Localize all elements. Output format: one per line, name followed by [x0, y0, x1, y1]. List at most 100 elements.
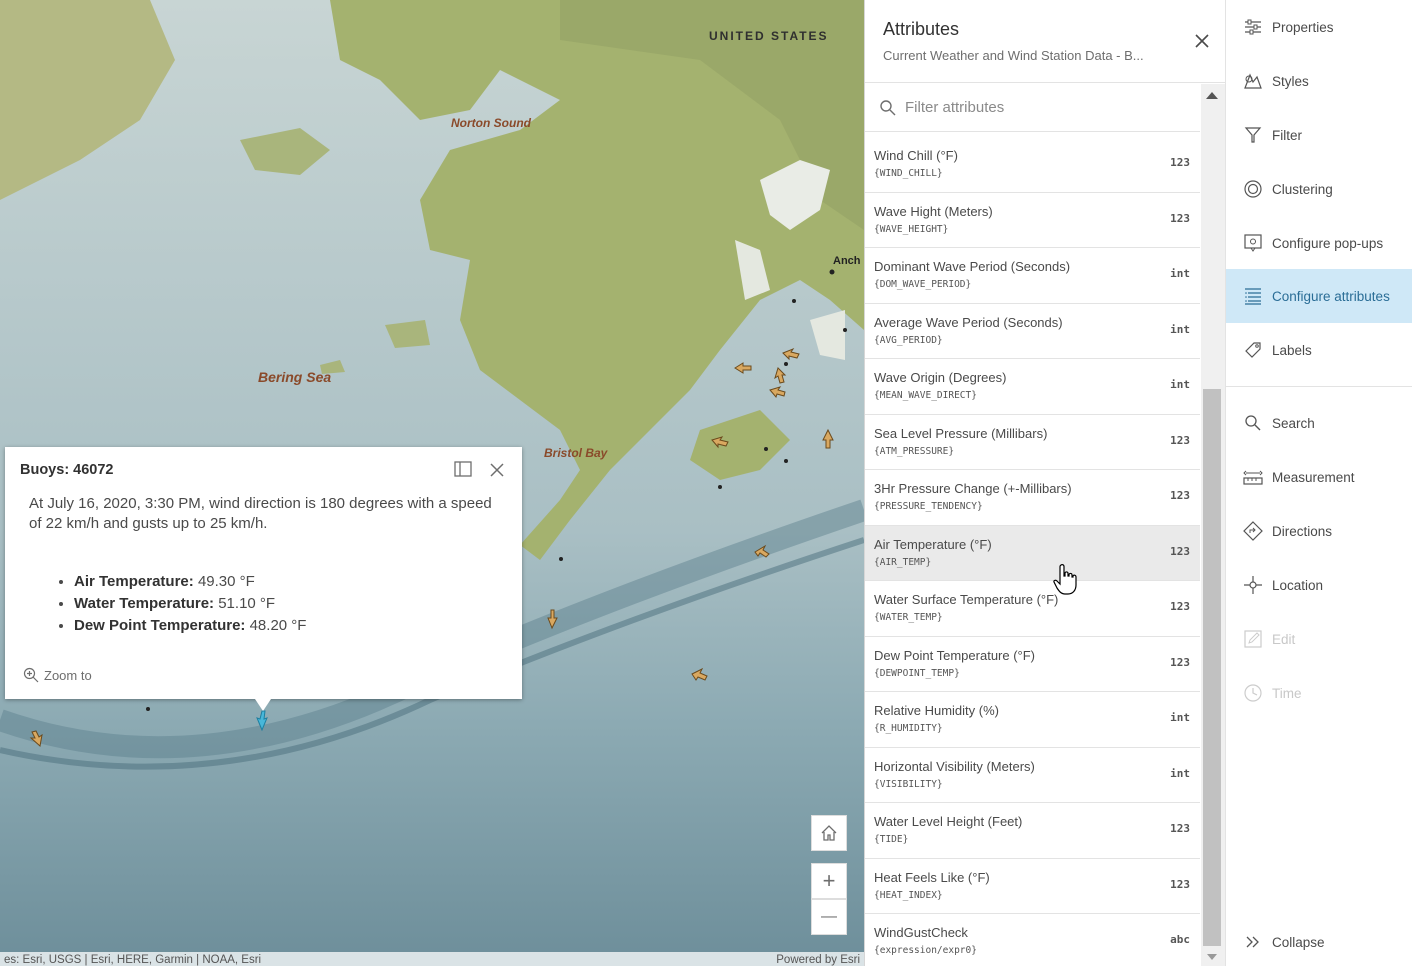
attribute-row[interactable]: Dominant Wave Period (Seconds) {DOM_WAVE_… [865, 248, 1200, 304]
attribute-row[interactable]: WindGustCheck {expression/expr0} abc [865, 914, 1200, 966]
panel-close-icon[interactable] [1192, 31, 1212, 51]
zoom-to-button[interactable]: Zoom to [23, 667, 92, 683]
attribute-row[interactable]: Wave Hight (Meters) {WAVE_HEIGHT} 123 [865, 193, 1200, 248]
search-icon [880, 99, 896, 115]
map-attribution: es: Esri, USGS | Esri, HERE, Garmin | NO… [0, 952, 864, 966]
attribute-label: Dominant Wave Period (Seconds) [874, 259, 1071, 274]
attribute-label: Wind Chill (°F) [874, 148, 958, 163]
attributes-subtitle: Current Weather and Wind Station Data - … [883, 48, 1144, 63]
field-type-badge: 123 [1170, 211, 1190, 225]
attribute-row[interactable]: Water Level Height (Feet) {TIDE} 123 [865, 803, 1200, 859]
attribute-field-name: {DOM_WAVE_PERIOD} [874, 279, 972, 290]
attribute-row[interactable]: Relative Humidity (%) {R_HUMIDITY} int [865, 692, 1200, 748]
attribute-field-name: {ATM_PRESSURE} [874, 445, 955, 457]
time-icon [1242, 682, 1264, 704]
dock-icon[interactable] [454, 461, 472, 477]
tool-label: Clustering [1272, 181, 1333, 197]
tool-filter[interactable]: Filter [1226, 108, 1412, 162]
attribute-row[interactable]: Water Surface Temperature (°F) {WATER_TEM… [865, 581, 1200, 637]
tool-properties[interactable]: Properties [1226, 0, 1412, 54]
attributes-title: Attributes [883, 19, 960, 39]
attribute-row[interactable]: Wave Origin (Degrees) {MEAN_WAVE_DIRECT} i… [865, 359, 1200, 415]
tool-configure-attributes[interactable]: Configure attributes [1226, 269, 1412, 323]
attributes-header: Attributes Current Weather and Wind Stat… [865, 0, 1225, 83]
popup-item-label: Water Temperature: [74, 595, 215, 612]
popup-measurements: Air Temperature: 49.30 °F Water Temperat… [74, 571, 306, 637]
popup-item-value: 51.10 °F [218, 595, 276, 612]
settings-toolbar: Properties Styles Filter Clustering Conf… [1225, 0, 1412, 966]
tool-configure-popups[interactable]: Configure pop-ups [1226, 216, 1412, 270]
attribute-row[interactable]: Heat Feels Like (°F) {HEAT_INDEX} 123 [865, 859, 1200, 914]
filter-icon [1242, 124, 1264, 146]
tool-time: Time [1226, 666, 1412, 720]
attribute-label: Water Level Height (Feet) [874, 814, 1023, 829]
popup-item-value: 49.30 °F [197, 573, 255, 590]
measurement-icon [1242, 466, 1264, 488]
popup-title: Buoys: 46072 [20, 462, 114, 478]
feature-popup: Buoys: 46072 At July 16, 2020, 3:30 PM, … [5, 447, 522, 711]
zoom-to-icon [23, 667, 39, 683]
attributes-panel: Attributes Current Weather and Wind Stat… [864, 0, 1225, 966]
attribute-field-name: {AVG_PERIOD} [874, 334, 943, 346]
field-type-badge: int [1170, 378, 1190, 391]
popup-close-icon[interactable] [488, 461, 506, 479]
zoom-out-button[interactable]: — [811, 899, 847, 935]
attribute-label: Water Surface Temperature (°F) [874, 592, 1059, 607]
scroll-down-arrow[interactable] [1207, 954, 1217, 960]
field-type-badge: abc [1170, 933, 1190, 946]
tool-label: Edit [1272, 631, 1296, 647]
tool-directions[interactable]: Directions [1226, 504, 1412, 558]
attribute-row[interactable]: 3Hr Pressure Change (+-Millibars) {PRESSU… [865, 470, 1200, 526]
tool-collapse[interactable]: Collapse [1226, 915, 1412, 966]
attribute-label: Dew Point Temperature (°F) [874, 647, 1036, 663]
attribute-row[interactable]: Air Temperature (°F) {AIR_TEMP} 123 [865, 525, 1200, 581]
attribute-field-name: {TIDE} [874, 834, 909, 845]
attribute-field-name: {AIR_TEMP} [874, 556, 932, 568]
popup-pointer [255, 699, 271, 711]
field-type-badge: int [1170, 267, 1190, 280]
popup-item-value: 48.20 °F [249, 617, 307, 634]
field-type-badge: 123 [1170, 489, 1190, 502]
tool-measurement[interactable]: Measurement [1226, 450, 1412, 504]
powered-by-esri[interactable]: Powered by Esri [776, 952, 860, 966]
attribute-row[interactable]: Sea Level Pressure (Millibars) {ATM_PRESS… [865, 415, 1200, 470]
attributes-icon [1242, 285, 1264, 307]
attribute-row[interactable]: Wind Chill (°F) {WIND_CHILL} 123 [865, 137, 1200, 193]
tool-label: Search [1272, 415, 1315, 431]
tool-label: Configure pop-ups [1272, 235, 1384, 251]
tool-labels[interactable]: Labels [1226, 323, 1412, 377]
tool-styles[interactable]: Styles [1226, 54, 1412, 108]
attribute-scrollbar[interactable] [1201, 84, 1225, 966]
tool-clustering[interactable]: Clustering [1226, 162, 1412, 216]
collapse-icon [1242, 931, 1264, 953]
popup-item-label: Dew Point Temperature: [74, 617, 246, 634]
home-icon [821, 825, 837, 841]
search-icon [1242, 412, 1264, 434]
attribute-field-name: {PRESSURE_TENDENCY} [874, 501, 983, 512]
zoom-in-button[interactable]: + [811, 863, 847, 899]
popup-icon [1242, 232, 1264, 254]
clustering-icon [1242, 178, 1264, 200]
attribute-field-name: {MEAN_WAVE_DIRECT} [874, 390, 977, 401]
attribute-row[interactable]: Average Wave Period (Seconds) {AVG_PERIOD… [865, 304, 1200, 359]
filter-bar [865, 84, 1200, 132]
filter-attributes-input[interactable] [905, 99, 1195, 116]
tool-label: Time [1272, 685, 1302, 701]
attribute-row[interactable]: Horizontal Visibility (Meters) {VISIBILIT… [865, 748, 1200, 803]
tool-location[interactable]: Location [1226, 558, 1412, 612]
tool-label: Measurement [1272, 469, 1355, 485]
tool-label: Labels [1272, 342, 1312, 358]
attribute-field-name: {R_HUMIDITY} [874, 723, 943, 734]
location-icon [1242, 574, 1264, 596]
scrollbar-thumb[interactable] [1203, 389, 1221, 946]
popup-item-dew-point: Dew Point Temperature: 48.20 °F [74, 615, 306, 637]
tool-label: Configure attributes [1272, 288, 1390, 304]
attribute-field-name: {DEWPOINT_TEMP} [874, 667, 960, 679]
tool-label: Properties [1272, 19, 1334, 35]
attribution-sources[interactable]: es: Esri, USGS | Esri, HERE, Garmin | NO… [4, 952, 261, 966]
scroll-up-arrow[interactable] [1206, 92, 1218, 99]
tool-search[interactable]: Search [1226, 396, 1412, 450]
home-button[interactable] [811, 815, 847, 851]
attribute-row[interactable]: Dew Point Temperature (°F) {DEWPOINT_TEMP… [865, 637, 1200, 692]
attribute-label: Horizontal Visibility (Meters) [874, 758, 1035, 774]
